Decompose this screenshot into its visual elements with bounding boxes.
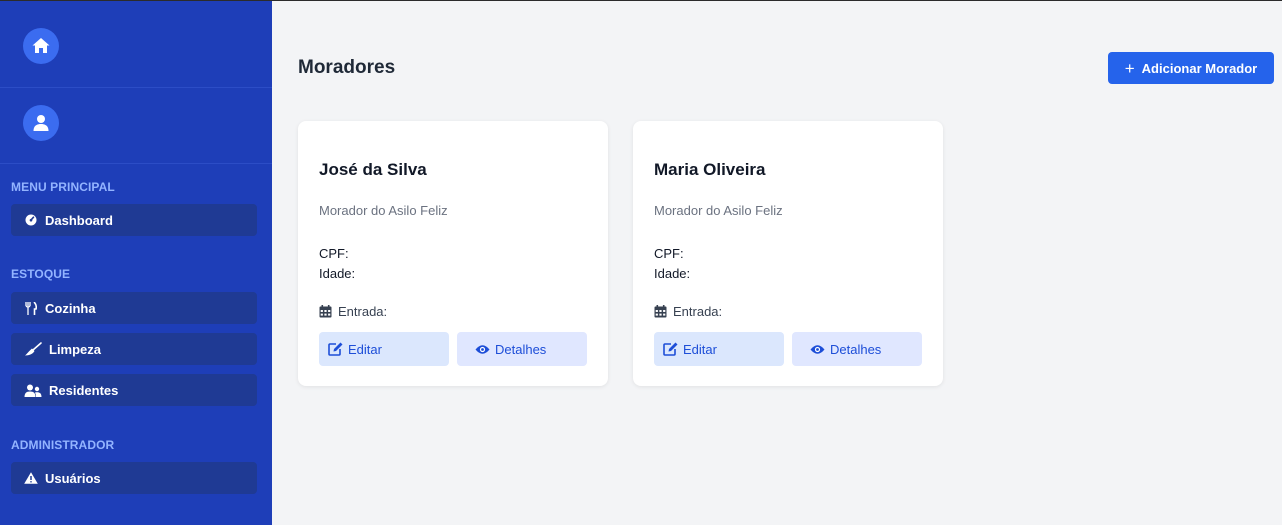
details-label: Detalhes	[495, 341, 547, 357]
entry-label: Entrada:	[673, 304, 723, 319]
edit-icon	[663, 342, 678, 356]
entry-label: Entrada:	[338, 304, 388, 319]
resident-entry-date: Entrada:	[319, 304, 387, 319]
sidebar-item-label: Cozinha	[45, 300, 96, 316]
details-button[interactable]: Detalhes	[792, 332, 922, 366]
sidebar-item-dashboard[interactable]: Dashboard	[11, 204, 257, 236]
sidebar-item-label: Usuários	[45, 470, 101, 486]
resident-name: José da Silva	[319, 160, 427, 179]
resident-entry-date: Entrada:	[654, 304, 722, 319]
sidebar-item-residentes[interactable]: Residentes	[11, 374, 257, 406]
sidebar-item-label: Residentes	[49, 382, 119, 398]
users-icon	[23, 382, 43, 398]
edit-label: Editar	[348, 341, 382, 357]
eye-icon	[810, 344, 825, 355]
resident-cpf: CPF:	[319, 246, 349, 261]
eye-icon	[475, 344, 490, 355]
resident-subtitle: Morador do Asilo Feliz	[319, 203, 448, 218]
sidebar-item-limpeza[interactable]: Limpeza	[11, 333, 257, 365]
resident-name: Maria Oliveira	[654, 160, 766, 179]
sidebar-item-cozinha[interactable]: Cozinha	[11, 292, 257, 324]
warning-icon	[23, 470, 39, 486]
home-button[interactable]	[23, 28, 59, 64]
plus-icon: +	[1124, 58, 1135, 78]
resident-card: José da Silva Morador do Asilo Feliz CPF…	[298, 121, 608, 386]
details-button[interactable]: Detalhes	[457, 332, 587, 366]
sidebar-item-label: Dashboard	[45, 212, 113, 228]
calendar-icon	[654, 305, 667, 318]
section-title-menu-principal: MENU PRINCIPAL	[11, 180, 115, 194]
add-resident-button[interactable]: + Adicionar Morador	[1108, 52, 1274, 84]
calendar-icon	[319, 305, 332, 318]
resident-subtitle: Morador do Asilo Feliz	[654, 203, 783, 218]
resident-card: Maria Oliveira Morador do Asilo Feliz CP…	[633, 121, 943, 386]
resident-age: Idade:	[319, 266, 356, 281]
sidebar-home-block	[0, 1, 272, 88]
gauge-icon	[23, 212, 39, 228]
edit-button[interactable]: Editar	[319, 332, 449, 366]
resident-cpf: CPF:	[654, 246, 684, 261]
sidebar-item-label: Limpeza	[49, 341, 102, 357]
home-icon	[32, 38, 50, 53]
resident-age: Idade:	[654, 266, 691, 281]
page-title: Moradores	[298, 57, 396, 78]
section-title-estoque: ESTOQUE	[11, 267, 71, 281]
details-label: Detalhes	[830, 341, 882, 357]
edit-icon	[328, 342, 343, 356]
add-resident-label: Adicionar Morador	[1141, 60, 1258, 76]
edit-button[interactable]: Editar	[654, 332, 784, 366]
utensils-icon	[23, 300, 39, 316]
user-profile-button[interactable]	[23, 105, 59, 141]
sidebar: MENU PRINCIPAL Dashboard ESTOQUE Cozinha	[0, 1, 272, 525]
user-icon	[33, 115, 49, 131]
edit-label: Editar	[683, 341, 717, 357]
broom-icon	[23, 341, 43, 357]
section-title-administrador: ADMINISTRADOR	[11, 438, 115, 452]
sidebar-user-block	[0, 88, 272, 164]
app-root: MENU PRINCIPAL Dashboard ESTOQUE Cozinha	[0, 0, 1282, 525]
sidebar-item-usuarios[interactable]: Usuários	[11, 462, 257, 494]
